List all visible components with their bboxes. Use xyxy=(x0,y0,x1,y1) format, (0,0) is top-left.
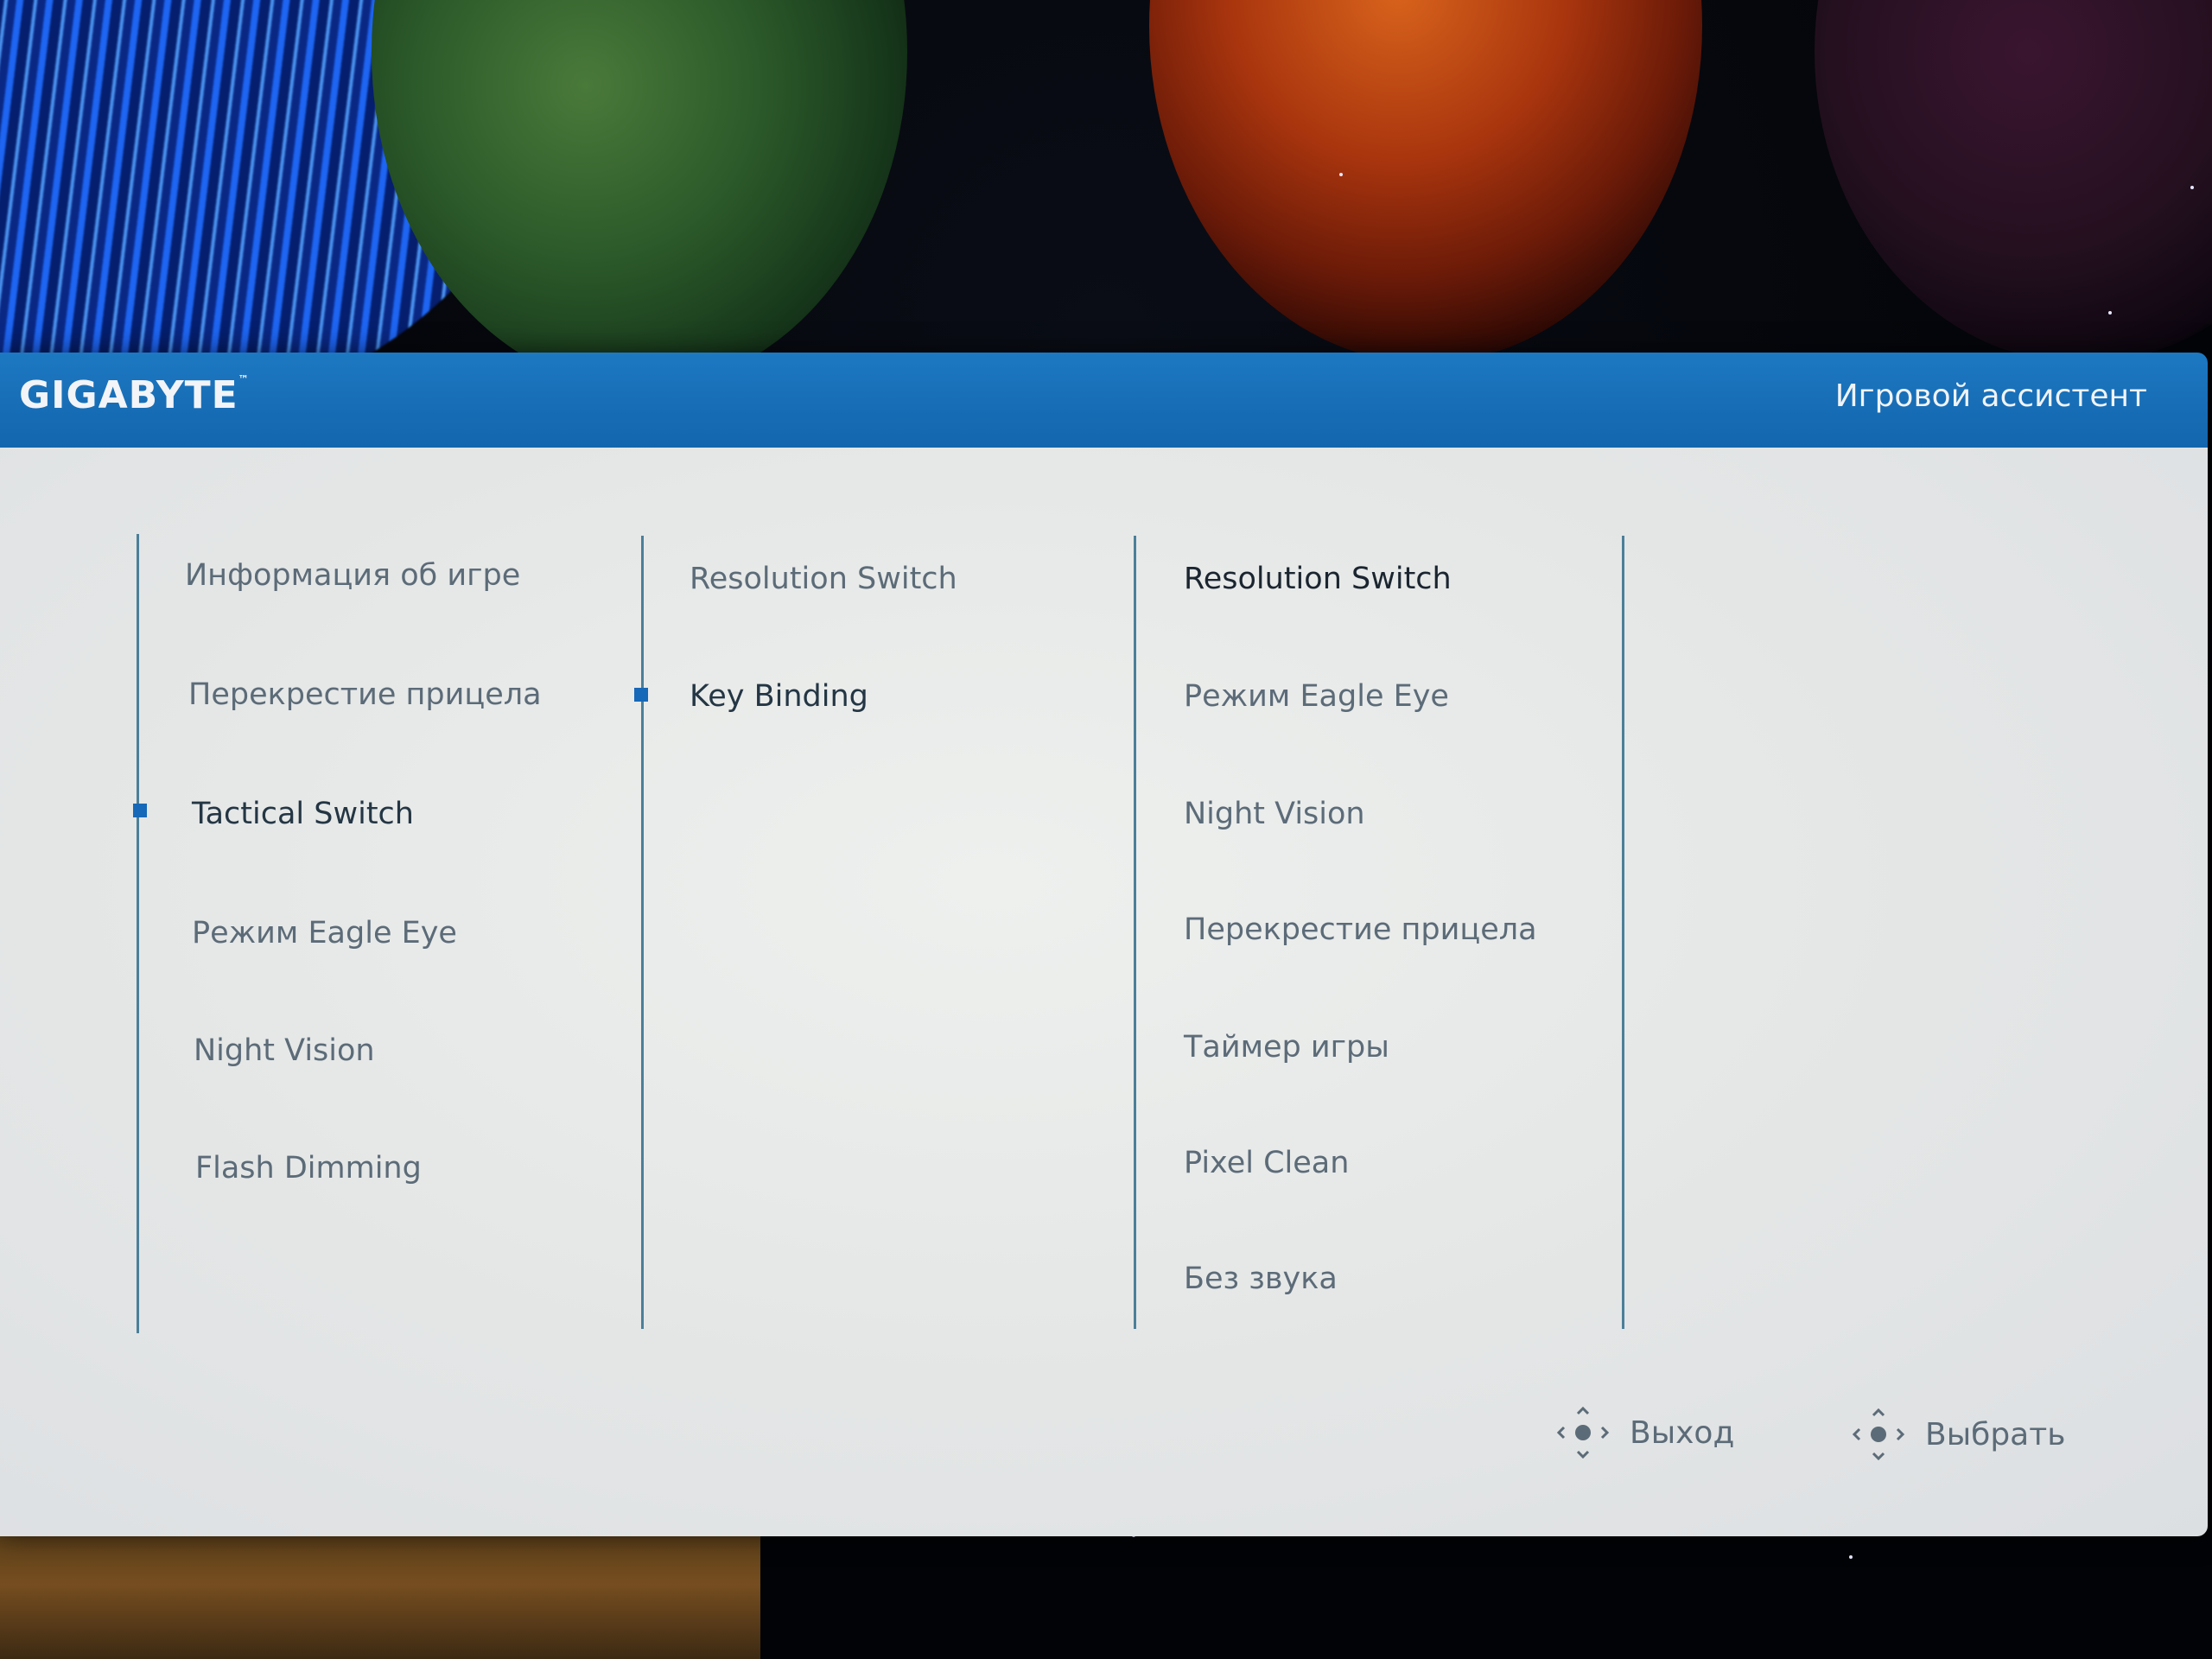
star xyxy=(1849,1555,1853,1559)
option-crosshair[interactable]: Перекрестие прицела xyxy=(1184,912,1537,947)
star xyxy=(1339,173,1343,176)
osd-body: Информация об игре Перекрестие прицела T… xyxy=(0,448,2208,1536)
orange-planet xyxy=(1149,0,1702,363)
select-label: Выбрать xyxy=(1925,1416,2066,1452)
star xyxy=(2108,311,2112,315)
gaming-assistant-osd: GIGABYTE™ Игровой ассистент Информация о… xyxy=(0,353,2208,1536)
green-planet xyxy=(372,0,907,389)
gigabyte-logo: GIGABYTE™ xyxy=(19,373,250,417)
option-eagle-eye[interactable]: Режим Eagle Eye xyxy=(1184,679,1449,714)
joystick-icon xyxy=(1557,1407,1609,1459)
option-night-vision[interactable]: Night Vision xyxy=(1184,797,1365,831)
selection-marker xyxy=(133,804,147,817)
selection-marker xyxy=(634,688,648,702)
option-resolution-switch[interactable]: Resolution Switch xyxy=(1184,562,1452,596)
option-pixel-clean[interactable]: Pixel Clean xyxy=(1184,1146,1349,1180)
joystick-icon xyxy=(1853,1408,1904,1460)
sub-column-divider xyxy=(641,536,644,1329)
submenu-item-resolution-switch[interactable]: Resolution Switch xyxy=(690,562,957,596)
star xyxy=(2190,186,2194,189)
osd-title: Игровой ассистент xyxy=(1834,378,2147,414)
option-game-timer[interactable]: Таймер игры xyxy=(1184,1030,1389,1065)
menu-item-tactical-switch[interactable]: Tactical Switch xyxy=(192,797,414,831)
options-column-left-divider xyxy=(1134,536,1136,1329)
menu-item-eagle-eye[interactable]: Режим Eagle Eye xyxy=(192,916,457,950)
menu-item-night-vision[interactable]: Night Vision xyxy=(194,1033,375,1068)
select-hint[interactable]: Выбрать xyxy=(1853,1408,2065,1460)
osd-header: GIGABYTE™ Игровой ассистент xyxy=(0,353,2208,448)
wallpaper-terrain xyxy=(0,1529,760,1659)
main-column-divider xyxy=(137,534,139,1333)
exit-hint[interactable]: Выход xyxy=(1557,1407,1734,1459)
exit-label: Выход xyxy=(1630,1414,1735,1451)
menu-item-flash-dimming[interactable]: Flash Dimming xyxy=(195,1151,422,1185)
purple-planet xyxy=(1815,0,2212,363)
option-mute[interactable]: Без звука xyxy=(1184,1262,1338,1296)
submenu-item-key-binding[interactable]: Key Binding xyxy=(690,679,868,714)
menu-item-game-info[interactable]: Информация об игре xyxy=(185,558,520,593)
menu-item-crosshair[interactable]: Перекрестие прицела xyxy=(188,677,542,712)
options-column-right-divider xyxy=(1622,536,1624,1329)
